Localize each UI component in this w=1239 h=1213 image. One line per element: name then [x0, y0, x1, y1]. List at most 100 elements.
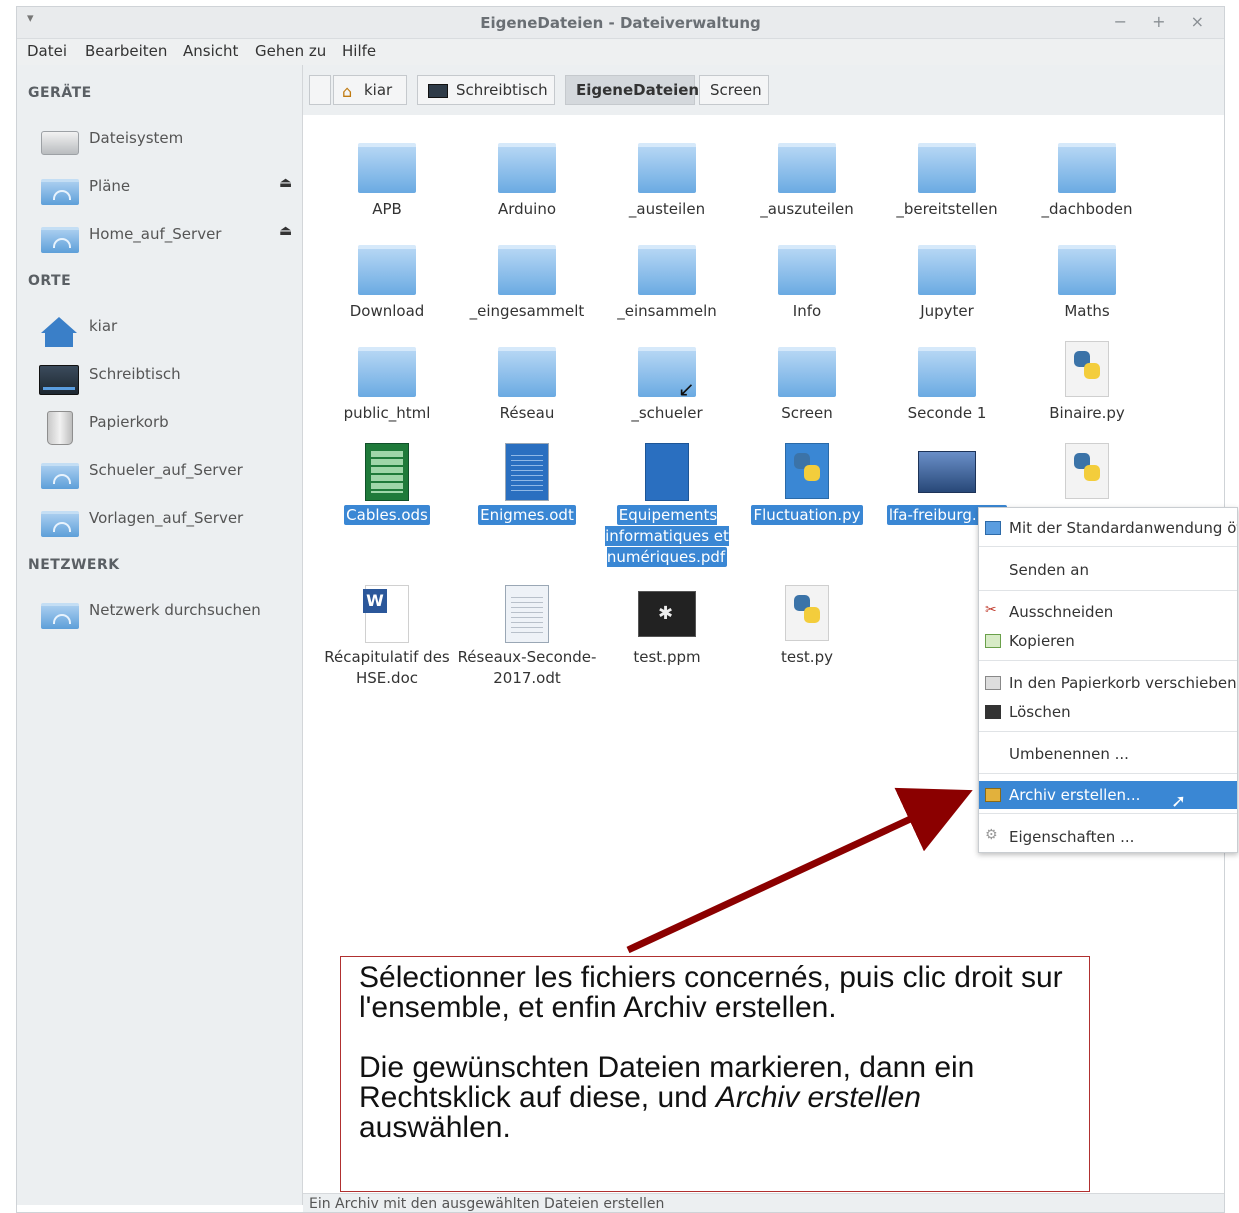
menu-item-send-to[interactable]: Senden an	[979, 556, 1237, 584]
crumb-eigenedateien[interactable]: EigeneDateien	[565, 75, 699, 105]
sidebar-item-vorlagen-auf-server[interactable]: Vorlagen_auf_Server	[39, 501, 299, 541]
sidebar-item-schreibtisch[interactable]: Schreibtisch	[39, 357, 299, 397]
menu-item-delete[interactable]: Löschen	[979, 698, 1237, 726]
crumb-schreibtisch[interactable]: Schreibtisch	[417, 75, 555, 105]
file-name: Equipements informatiques et numériques.…	[597, 505, 737, 568]
menu-gehen-zu[interactable]: Gehen zu	[255, 42, 326, 60]
file-item[interactable]: Download	[317, 237, 457, 322]
folder-icon	[358, 237, 416, 297]
menu-bearbeiten[interactable]: Bearbeiten	[85, 42, 167, 60]
file-name-text: _einsammeln	[617, 302, 717, 320]
file-item[interactable]: _austeilen	[597, 135, 737, 220]
menu-item-rename[interactable]: Umbenennen ...	[979, 740, 1237, 768]
copy-icon	[985, 634, 1001, 648]
file-name: Récapitulatif des HSE.doc	[317, 647, 457, 689]
menu-item-properties[interactable]: ⚙ Eigenschaften ...	[979, 823, 1237, 851]
menu-hilfe[interactable]: Hilfe	[342, 42, 376, 60]
window-controls[interactable]: − + ×	[1114, 12, 1214, 31]
file-item[interactable]: Equipements informatiques et numériques.…	[597, 441, 737, 568]
sidebar-item-dateisystem[interactable]: Dateisystem	[39, 121, 299, 161]
eject-icon[interactable]: ⏏	[279, 223, 292, 239]
menu-item-move-to-trash[interactable]: In den Papierkorb verschieben	[979, 669, 1237, 697]
file-item[interactable]: Fluctuation.py	[737, 441, 877, 526]
folder-icon	[918, 339, 976, 399]
desktop-icon	[428, 84, 448, 98]
menu-item-cut[interactable]: ✂ Ausschneiden	[979, 598, 1237, 626]
sidebar-item-netzwerk[interactable]: Netzwerk durchsuchen	[39, 593, 299, 633]
sidebar-item-home-auf-server[interactable]: Home_auf_Server ⏏	[39, 217, 299, 257]
file-name-text: public_html	[343, 404, 431, 422]
file-item[interactable]: Maths	[1017, 237, 1157, 322]
folder-icon	[1058, 135, 1116, 195]
file-item[interactable]: _eingesammelt	[457, 237, 597, 322]
file-name-text: Seconde 1	[907, 404, 987, 422]
file-name: Cables.ods	[317, 505, 457, 526]
menu-ansicht[interactable]: Ansicht	[183, 42, 238, 60]
file-item[interactable]: _dachboden	[1017, 135, 1157, 220]
file-item[interactable]: test.py	[737, 583, 877, 668]
network-folder-icon	[39, 599, 79, 629]
menu-item-label: Kopieren	[1009, 632, 1075, 650]
file-item[interactable]: _auszuteilen	[737, 135, 877, 220]
file-name-text: Equipements informatiques et numériques.…	[605, 505, 729, 567]
file-name-text: Download	[349, 302, 425, 320]
folder-icon	[498, 339, 556, 399]
python-file-icon	[1058, 441, 1116, 501]
file-name: _bereitstellen	[877, 199, 1017, 220]
menu-item-create-archive[interactable]: Archiv erstellen... ➚	[979, 781, 1237, 809]
sidebar-item-schueler-auf-server[interactable]: Schueler_auf_Server	[39, 453, 299, 493]
eject-icon[interactable]: ⏏	[279, 175, 292, 191]
sidebar: GERÄTE Dateisystem Pläne ⏏ Home_auf_Serv…	[17, 65, 303, 1205]
file-item[interactable]: ✱ test.ppm	[597, 583, 737, 668]
file-name-text: _auszuteilen	[760, 200, 854, 218]
file-name-text: _bereitstellen	[896, 200, 998, 218]
crumb-kiar[interactable]: ⌂ kiar	[333, 75, 407, 105]
menu-separator	[979, 660, 1237, 661]
folder-icon	[918, 135, 976, 195]
file-item[interactable]: Info	[737, 237, 877, 322]
file-item[interactable]: W Récapitulatif des HSE.doc	[317, 583, 457, 689]
file-item[interactable]: Seconde 1	[877, 339, 1017, 424]
crumb-screen[interactable]: Screen	[699, 75, 769, 105]
sidebar-item-kiar[interactable]: kiar	[39, 309, 299, 349]
file-item[interactable]: Arduino	[457, 135, 597, 220]
file-name: _austeilen	[597, 199, 737, 220]
context-menu: Mit der Standardanwendung öffnen Senden …	[978, 507, 1238, 853]
menu-item-copy[interactable]: Kopieren	[979, 627, 1237, 655]
file-item[interactable]: ↙ _schueler	[597, 339, 737, 424]
menu-datei[interactable]: Datei	[27, 42, 67, 60]
home-icon	[39, 315, 79, 347]
file-item[interactable]: Screen	[737, 339, 877, 424]
sidebar-item-papierkorb[interactable]: Papierkorb	[39, 405, 299, 445]
file-name: Fluctuation.py	[737, 505, 877, 526]
file-item[interactable]: Cables.ods	[317, 441, 457, 526]
menu-item-label: Eigenschaften ...	[1009, 828, 1135, 846]
sidebar-item-plaene[interactable]: Pläne ⏏	[39, 169, 299, 209]
file-item[interactable]: Jupyter	[877, 237, 1017, 322]
menu-separator	[979, 773, 1237, 774]
folder-link-icon	[39, 507, 79, 537]
file-item[interactable]: Réseaux-Seconde-2017.odt	[457, 583, 597, 689]
file-item[interactable]: public_html	[317, 339, 457, 424]
network-folder-icon	[39, 223, 79, 253]
file-name: Screen	[737, 403, 877, 424]
file-item[interactable]: APB	[317, 135, 457, 220]
path-back-button[interactable]	[309, 75, 331, 105]
file-item[interactable]: _einsammeln	[597, 237, 737, 322]
file-item[interactable]: _bereitstellen	[877, 135, 1017, 220]
sidebar-item-label: Home_auf_Server	[89, 225, 222, 243]
sidebar-item-label: Vorlagen_auf_Server	[89, 509, 244, 527]
menu-item-open-default[interactable]: Mit der Standardanwendung öffnen	[979, 514, 1237, 542]
file-name-text: Binaire.py	[1049, 404, 1125, 422]
menu-item-label: In den Papierkorb verschieben	[1009, 674, 1237, 692]
file-item[interactable]: Enigmes.odt	[457, 441, 597, 526]
file-item[interactable]: Binaire.py	[1017, 339, 1157, 424]
folder-icon	[1058, 237, 1116, 297]
file-item[interactable]: Réseau	[457, 339, 597, 424]
sidebar-item-label: Netzwerk durchsuchen	[89, 601, 261, 619]
file-name: APB	[317, 199, 457, 220]
file-name: Info	[737, 301, 877, 322]
file-name-text: Réseau	[499, 404, 555, 422]
network-folder-icon	[39, 175, 79, 205]
file-name-text: Screen	[781, 404, 833, 422]
